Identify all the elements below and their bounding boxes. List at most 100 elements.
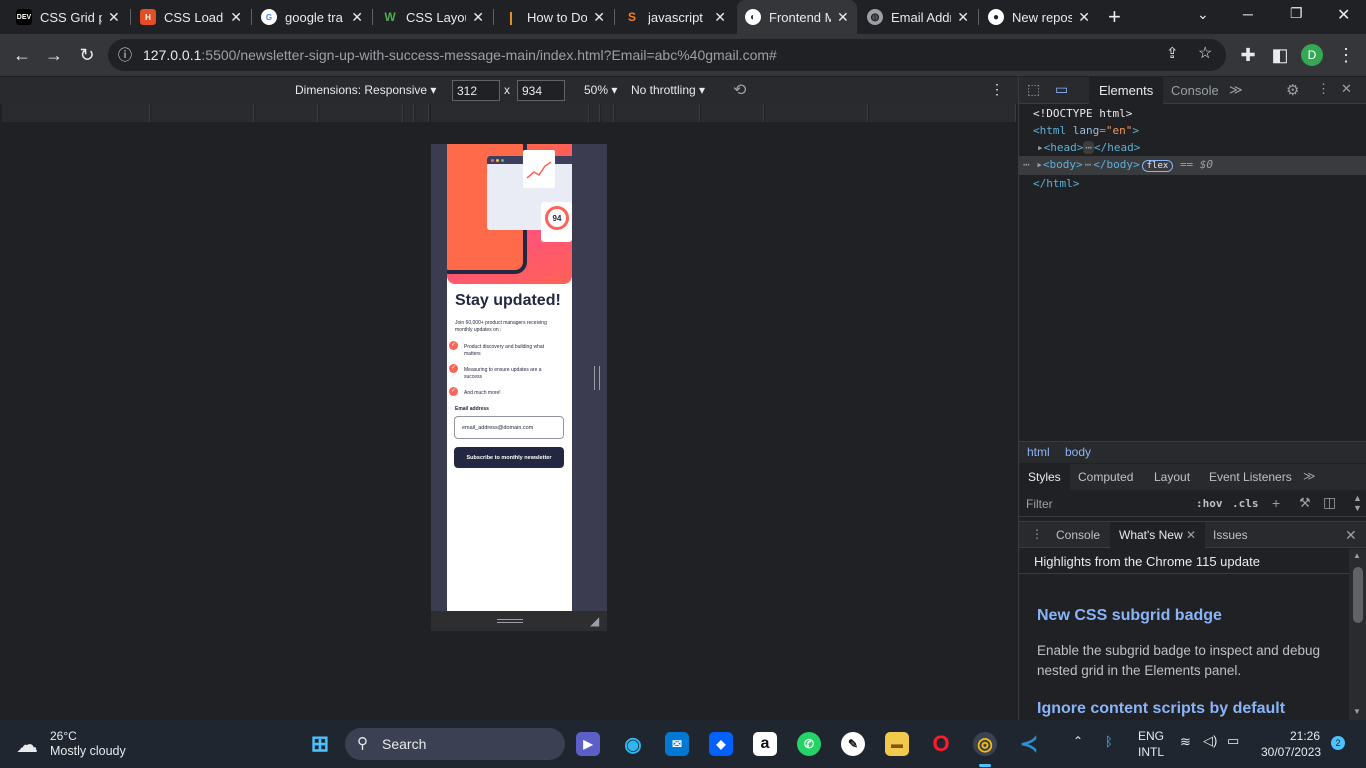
volume-icon[interactable]: ◁) <box>1203 733 1217 749</box>
notification-badge[interactable]: 2 <box>1331 736 1345 750</box>
back-icon[interactable]: ← <box>10 43 34 67</box>
close-icon[interactable]: ✕ <box>351 9 363 26</box>
new-tab-button[interactable]: + <box>1108 4 1121 30</box>
dimensions-select[interactable]: Dimensions: Responsive ▾ <box>295 83 436 97</box>
tab-css-layout[interactable]: W CSS Layou ✕ <box>374 0 492 34</box>
side-panel-icon[interactable]: ◧ <box>1268 43 1292 67</box>
drawer-tab-issues[interactable]: Issues <box>1213 528 1248 542</box>
tab-google-translate[interactable]: G google tra ✕ <box>253 0 371 34</box>
close-icon[interactable]: ✕ <box>593 9 605 26</box>
tab-search-icon[interactable]: ⌄ <box>1197 6 1209 23</box>
clock-time[interactable]: 21:26 <box>1290 729 1320 743</box>
dom-body-node[interactable]: ⋯ ▸<body> ⋯ </body> flex == $0 <box>1019 156 1366 175</box>
breadcrumb-body[interactable]: body <box>1065 445 1091 459</box>
opera-icon[interactable]: O <box>929 731 953 756</box>
close-icon[interactable]: ✕ <box>1186 528 1196 542</box>
dom-html-node[interactable]: <html lang="en"> <box>1019 122 1366 139</box>
tab-event-listeners[interactable]: Event Listeners <box>1209 470 1292 484</box>
tab-styles[interactable]: Styles <box>1019 464 1070 490</box>
tab-new-repository[interactable]: ● New repos ✕ <box>980 0 1098 34</box>
tab-computed[interactable]: Computed <box>1078 470 1133 484</box>
minimize-icon[interactable]: ─ <box>1243 6 1253 22</box>
expand-triangle-icon[interactable]: ▸ <box>1037 141 1044 154</box>
tab-email-address[interactable]: ◍ Email Addr ✕ <box>859 0 977 34</box>
more-style-tabs-icon[interactable]: ≫ <box>1303 469 1316 483</box>
battery-icon[interactable]: ▭ <box>1227 733 1239 749</box>
dom-doctype[interactable]: <!DOCTYPE html> <box>1019 105 1366 122</box>
zoom-select[interactable]: 50% ▾ <box>584 83 617 97</box>
subscribe-button[interactable]: Subscribe to monthly newsletter <box>454 447 564 468</box>
menu-icon[interactable]: ⋮ <box>1334 43 1358 67</box>
new-rule-icon[interactable]: + <box>1272 495 1280 511</box>
extensions-icon[interactable]: ✚ <box>1236 43 1260 67</box>
more-tabs-icon[interactable]: ≫ <box>1229 82 1243 98</box>
dom-head-node[interactable]: ▸<head> ⋯ </head> <box>1019 139 1366 156</box>
close-icon[interactable]: ✕ <box>957 9 969 26</box>
language-indicator[interactable]: ENG <box>1138 729 1164 743</box>
tab-console[interactable]: Console <box>1161 77 1229 104</box>
close-icon[interactable]: ✕ <box>837 9 849 26</box>
tab-css-loading[interactable]: H CSS Loadin ✕ <box>132 0 250 34</box>
device-menu-icon[interactable]: ⋮ <box>990 81 1004 98</box>
cls-toggle[interactable]: .cls <box>1232 497 1259 510</box>
bluetooth-icon[interactable]: ᛒ <box>1105 734 1113 749</box>
resize-handle-bottom[interactable] <box>497 619 523 623</box>
drawer-close-icon[interactable]: ✕ <box>1345 527 1357 544</box>
whatsapp-icon[interactable]: ✆ <box>797 732 821 756</box>
show-hidden-icons-icon[interactable]: ⌃ <box>1073 734 1083 748</box>
rotate-icon[interactable]: ⟲ <box>733 80 746 100</box>
address-bar[interactable]: ⓘ 127.0.0.1:5500/newsletter-sign-up-with… <box>108 39 1226 71</box>
forward-icon[interactable]: → <box>42 43 66 67</box>
devtools-menu-icon[interactable]: ⋮ <box>1317 81 1330 97</box>
restore-icon[interactable]: ❐ <box>1290 5 1303 22</box>
bookmark-star-icon[interactable]: ☆ <box>1198 43 1212 63</box>
close-icon[interactable]: ✕ <box>472 9 484 26</box>
devtools-close-icon[interactable]: ✕ <box>1341 81 1352 97</box>
clock-date[interactable]: 30/07/2023 <box>1261 745 1321 759</box>
drawer-menu-icon[interactable]: ⋮ <box>1031 527 1043 541</box>
whats-new-item-title[interactable]: New CSS subgrid badge <box>1037 607 1222 625</box>
amazon-icon[interactable]: a <box>753 732 777 756</box>
hov-toggle[interactable]: :hov <box>1196 497 1223 510</box>
windows-start-icon[interactable]: ⊞ <box>308 731 332 756</box>
tab-css-grid[interactable]: DEV CSS Grid p ✕ <box>8 0 130 34</box>
share-icon[interactable]: ⇪ <box>1166 44 1179 62</box>
styles-filter-input[interactable]: Filter <box>1026 497 1053 511</box>
whats-new-scrollbar[interactable]: ▲ ▼ <box>1349 549 1366 720</box>
tab-layout[interactable]: Layout <box>1154 470 1190 484</box>
resize-handle-right[interactable] <box>594 366 600 390</box>
reload-icon[interactable]: ↻ <box>75 43 99 67</box>
height-input[interactable]: 934 <box>517 80 565 101</box>
weather-desc[interactable]: Mostly cloudy <box>50 744 126 758</box>
teams-meet-icon[interactable]: ▶ <box>576 732 600 756</box>
flex-badge[interactable]: flex <box>1141 160 1174 172</box>
tab-frontend-mentor[interactable]: ◐ Frontend M ✕ <box>737 0 857 34</box>
weather-cloud-icon[interactable]: ☁ <box>16 732 38 758</box>
drawer-tab-whats-new[interactable]: What's New ✕ <box>1110 522 1206 548</box>
close-icon[interactable]: ✕ <box>1078 9 1090 26</box>
weather-temp[interactable]: 26°C <box>50 729 77 743</box>
settings-gear-icon[interactable]: ⚙ <box>1286 81 1299 99</box>
close-icon[interactable]: ✕ <box>108 9 120 26</box>
site-info-icon[interactable]: ⓘ <box>118 45 132 65</box>
close-icon[interactable]: ✕ <box>714 9 726 26</box>
toggle-sidebar-icon[interactable]: ◫ <box>1323 494 1336 511</box>
styles-scroll-arrows-icon[interactable]: ▲ ▼ <box>1353 493 1362 513</box>
url-text[interactable]: 127.0.0.1:5500/newsletter-sign-up-with-s… <box>143 47 777 63</box>
edge-icon[interactable]: ◉ <box>621 732 645 756</box>
tab-how-to-do[interactable]: | How to Do ✕ <box>495 0 613 34</box>
resize-corner-icon[interactable]: ◢ <box>590 614 599 628</box>
chrome-icon[interactable]: ◎ <box>973 732 997 756</box>
throttling-select[interactable]: No throttling ▾ <box>631 83 705 97</box>
email-field[interactable]: email_address@domain.com <box>454 416 564 439</box>
mail-icon[interactable]: ✉ <box>665 732 689 756</box>
breadcrumb-html[interactable]: html <box>1027 445 1050 459</box>
dom-html-close[interactable]: </html> <box>1019 175 1366 192</box>
tab-elements[interactable]: Elements <box>1089 77 1164 104</box>
file-explorer-icon[interactable]: ▬ <box>885 732 909 756</box>
keyboard-layout-indicator[interactable]: INTL <box>1138 745 1164 759</box>
close-icon[interactable]: ✕ <box>230 9 242 26</box>
profile-avatar[interactable]: D <box>1301 44 1323 66</box>
drawer-tab-console[interactable]: Console <box>1056 528 1100 542</box>
taskbar-search[interactable]: ⚲ Search <box>345 728 565 760</box>
